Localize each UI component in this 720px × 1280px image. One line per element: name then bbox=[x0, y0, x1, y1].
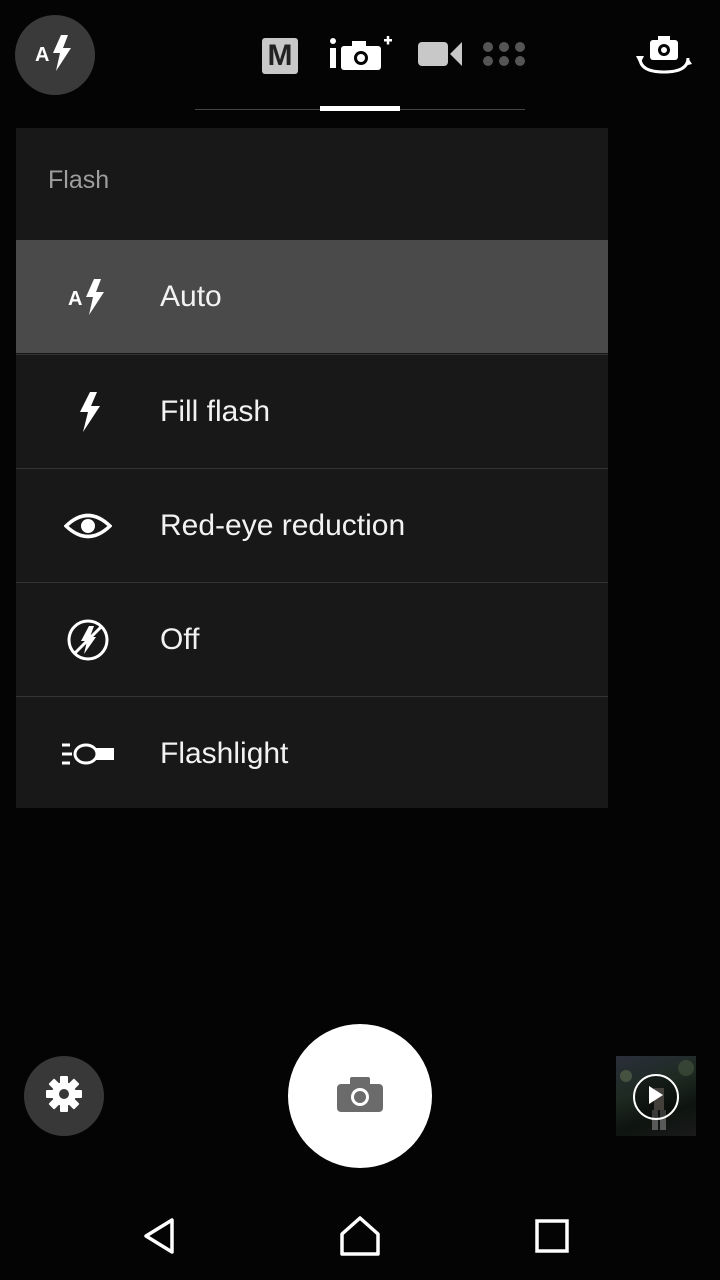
flash-menu-title: Flash bbox=[48, 166, 110, 194]
apps-grid-icon bbox=[482, 39, 526, 74]
flash-option-label: Flashlight bbox=[160, 736, 289, 770]
play-icon bbox=[633, 1074, 679, 1120]
flash-mode-button[interactable]: A bbox=[15, 15, 95, 95]
camera-apps-tab[interactable] bbox=[482, 36, 526, 76]
recents-square-icon bbox=[532, 1216, 572, 1261]
switch-camera-icon bbox=[636, 36, 692, 82]
gear-icon bbox=[44, 1074, 84, 1119]
settings-button[interactable] bbox=[24, 1056, 104, 1136]
video-mode-tab[interactable] bbox=[416, 36, 464, 76]
svg-text:A: A bbox=[35, 44, 49, 66]
eye-icon bbox=[52, 511, 124, 541]
manual-mode-label: M bbox=[267, 39, 293, 72]
flash-option-flashlight[interactable]: Flashlight bbox=[16, 696, 608, 810]
flash-option-auto[interactable]: A Auto bbox=[16, 240, 608, 353]
flash-option-label: Fill flash bbox=[160, 394, 271, 428]
home-icon bbox=[338, 1214, 382, 1263]
active-mode-indicator bbox=[320, 106, 400, 111]
camera-icon bbox=[335, 1074, 385, 1119]
flash-on-icon bbox=[52, 390, 124, 434]
switch-camera-button[interactable] bbox=[636, 34, 692, 78]
home-button[interactable] bbox=[330, 1208, 390, 1268]
flash-off-icon bbox=[52, 618, 124, 662]
superior-auto-mode-tab[interactable] bbox=[328, 34, 394, 79]
manual-mode-tab[interactable]: M bbox=[262, 38, 298, 74]
shutter-button[interactable] bbox=[288, 1024, 432, 1168]
flash-auto-icon: A bbox=[33, 31, 77, 80]
flash-option-label: Red-eye reduction bbox=[160, 508, 406, 542]
flashlight-icon bbox=[52, 739, 124, 769]
flash-option-off[interactable]: Off bbox=[16, 582, 608, 696]
video-camera-icon bbox=[416, 34, 464, 79]
camera-plus-icon bbox=[328, 34, 394, 79]
back-triangle-icon bbox=[140, 1216, 180, 1261]
back-button[interactable] bbox=[130, 1208, 190, 1268]
flash-option-red-eye-reduction[interactable]: Red-eye reduction bbox=[16, 468, 608, 582]
recents-button[interactable] bbox=[522, 1208, 582, 1268]
flash-menu: Flash A Auto Fill flash Red-eye reductio… bbox=[16, 128, 608, 808]
last-capture-thumbnail[interactable] bbox=[616, 1056, 696, 1136]
svg-text:A: A bbox=[68, 288, 82, 310]
flash-option-label: Off bbox=[160, 622, 200, 656]
flash-option-label: Auto bbox=[160, 279, 222, 313]
flash-option-fill-flash[interactable]: Fill flash bbox=[16, 354, 608, 468]
navigation-bar bbox=[0, 1190, 720, 1280]
flash-auto-icon: A bbox=[52, 275, 124, 319]
